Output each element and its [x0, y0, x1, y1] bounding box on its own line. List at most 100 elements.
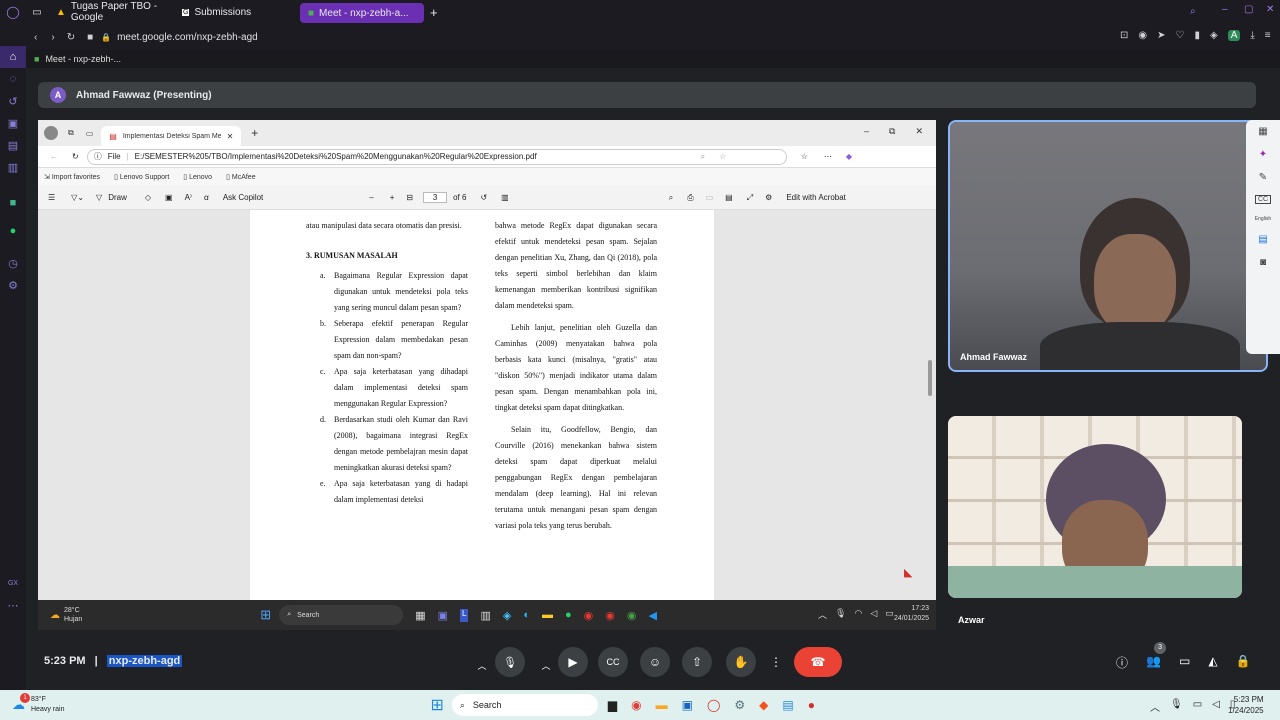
- minimize-icon[interactable]: –: [1222, 4, 1228, 15]
- new-tab-icon[interactable]: +: [430, 5, 438, 20]
- captions-button[interactable]: CC: [598, 647, 628, 677]
- inner-explorer-icon[interactable]: ▬: [542, 609, 553, 622]
- page-view-icon[interactable]: ▥: [501, 193, 509, 202]
- send-icon[interactable]: ➤: [1157, 30, 1165, 41]
- fit-icon[interactable]: ⊟: [406, 193, 413, 202]
- chat-icon[interactable]: ▭: [1179, 654, 1190, 671]
- zoom-in-icon[interactable]: +: [390, 193, 395, 202]
- inner-l-icon[interactable]: L: [460, 608, 469, 622]
- inner-chrome-icon[interactable]: ◉: [584, 609, 594, 622]
- edge-close-icon[interactable]: ✕: [915, 126, 923, 137]
- text-icon[interactable]: ▣: [165, 193, 173, 202]
- inner-store-icon[interactable]: ▥: [480, 609, 490, 622]
- pdf-scrollbar[interactable]: [928, 360, 932, 396]
- mic-tray-icon[interactable]: 🎙: [1170, 699, 1183, 714]
- edge-reload-icon[interactable]: ↻: [72, 152, 79, 161]
- edge-restore-icon[interactable]: ⧉: [889, 126, 895, 137]
- copilot-icon[interactable]: ◆: [846, 152, 852, 161]
- print-icon[interactable]: ⎙: [687, 193, 693, 203]
- save-icon[interactable]: ▭: [706, 193, 714, 202]
- inner-clock-date[interactable]: 24/01/2025: [894, 615, 929, 622]
- explorer-icon[interactable]: ▬: [656, 698, 668, 712]
- video-tile-ahmad[interactable]: Ahmad Fawwaz: [948, 120, 1268, 372]
- language-label[interactable]: English: [1255, 216, 1271, 222]
- inner-whatsapp-icon[interactable]: ●: [565, 609, 572, 622]
- camera-button[interactable]: ▶: [558, 647, 588, 677]
- toc-icon[interactable]: ☰: [48, 193, 55, 202]
- camera-indicator-icon[interactable]: ■: [87, 32, 93, 43]
- inner-chrome3-icon[interactable]: ◉: [627, 609, 637, 622]
- inner-wifi-icon[interactable]: ◠: [854, 608, 862, 621]
- taskbar-search-box[interactable]: ⌕ Search: [451, 694, 598, 716]
- volume-icon[interactable]: ◁: [1212, 699, 1220, 714]
- opera-icon[interactable]: ◯: [707, 698, 720, 712]
- inner-taskview-icon[interactable]: ▦: [415, 609, 425, 622]
- meeting-info-icon[interactable]: ⓘ: [1116, 654, 1128, 671]
- wallet-icon[interactable]: ▮: [1194, 30, 1200, 41]
- inner-vscode-icon[interactable]: ◀: [648, 609, 656, 622]
- sidebar-chat-icon[interactable]: ▤: [0, 134, 26, 156]
- bookmark-meet[interactable]: Meet - nxp-zebh-...: [45, 54, 121, 64]
- chevron-up-icon[interactable]: ︿: [1150, 699, 1160, 714]
- edge-new-tab-icon[interactable]: +: [251, 126, 258, 140]
- end-call-button[interactable]: ☎: [794, 647, 842, 677]
- people-icon[interactable]: 👥 3: [1146, 642, 1167, 671]
- fullscreen-icon[interactable]: ⤢: [747, 193, 753, 203]
- search-tabs-icon[interactable]: ⌕: [1190, 6, 1196, 17]
- chrome-icon[interactable]: ◉: [631, 698, 641, 712]
- rotate-icon[interactable]: ↺: [480, 193, 487, 202]
- opera-logo-icon[interactable]: ◯: [0, 5, 26, 19]
- edge-tab-pdf[interactable]: ▤ Implementasi Deteksi Spam Men ✕: [101, 126, 242, 146]
- menu-icon[interactable]: ≡: [1265, 30, 1271, 41]
- sidebar-whatsapp-icon[interactable]: ●: [0, 220, 26, 242]
- tab-submissions[interactable]: G Submissions: [174, 2, 300, 22]
- sidebar-gx-icon[interactable]: GX: [0, 572, 26, 594]
- mic-button[interactable]: 🎙: [495, 647, 525, 677]
- effects-icon[interactable]: ✦: [1259, 149, 1267, 160]
- taskview-icon[interactable]: ▆: [608, 698, 617, 712]
- translate-icon[interactable]: ꭤ: [204, 192, 209, 203]
- draw-icon[interactable]: ▽: [96, 193, 102, 202]
- inner-chrome2-icon[interactable]: ◉: [605, 609, 615, 622]
- inner-chevron-up-icon[interactable]: ︿: [818, 608, 827, 621]
- cc-label[interactable]: CC: [1254, 195, 1272, 204]
- workspaces-icon[interactable]: ▭: [26, 7, 48, 18]
- clock-time[interactable]: 5:23 PM: [1234, 695, 1264, 704]
- apps-grid-icon[interactable]: ▦: [1258, 126, 1267, 137]
- sidebar-history-icon[interactable]: ↺: [0, 90, 26, 112]
- sidebar-clock-icon[interactable]: ◷: [0, 252, 26, 274]
- screenshot-icon[interactable]: ◙: [1260, 257, 1266, 268]
- inner-search-box[interactable]: ⌕ Search: [279, 605, 404, 625]
- edit-acrobat-button[interactable]: Edit with Acrobat: [786, 193, 846, 202]
- sidebar-settings-icon[interactable]: ⚙: [0, 274, 26, 296]
- save-as-icon[interactable]: ▤: [725, 193, 733, 202]
- store-icon[interactable]: ▣: [682, 698, 693, 712]
- maximize-icon[interactable]: ▢: [1244, 4, 1253, 15]
- edge-minimize-icon[interactable]: –: [864, 126, 869, 137]
- forward-icon[interactable]: ›: [51, 32, 54, 43]
- notes-icon[interactable]: ▤: [1258, 234, 1267, 245]
- fav-import[interactable]: ⇲ Import favorites: [44, 173, 100, 181]
- draw-button[interactable]: Draw: [108, 193, 127, 202]
- pen-icon[interactable]: ✎: [1259, 172, 1267, 183]
- start-icon[interactable]: ⊞: [430, 695, 443, 715]
- brave-icon[interactable]: ◆: [759, 698, 768, 712]
- edge-more-icon[interactable]: ⋯: [824, 152, 832, 161]
- extensions-icon[interactable]: ◈: [1210, 30, 1218, 41]
- ask-copilot-button[interactable]: Ask Copilot: [223, 193, 263, 202]
- weather-icon[interactable]: ☁ 1: [12, 693, 30, 713]
- back-icon[interactable]: ‹: [34, 32, 37, 43]
- highlight-icon[interactable]: ▽⌄: [71, 193, 84, 202]
- inner-volume-icon[interactable]: ◁: [870, 608, 877, 621]
- raise-hand-button[interactable]: ✋: [726, 647, 756, 677]
- inner-battery-icon[interactable]: ▭: [885, 608, 894, 621]
- close-icon[interactable]: ✕: [1266, 4, 1274, 15]
- audio-options-button[interactable]: ︿: [468, 651, 496, 679]
- page-number-input[interactable]: 3: [423, 192, 448, 203]
- eraser-icon[interactable]: ◇: [145, 193, 151, 202]
- pdf-viewer[interactable]: atau manipulasi data secara otomatis dan…: [38, 210, 936, 600]
- edge-profile-icon[interactable]: [44, 126, 58, 140]
- fav-lenovo-support[interactable]: ▯ Lenovo Support: [114, 173, 169, 181]
- tab-meet[interactable]: ■ Meet - nxp-zebh-a...: [300, 3, 424, 23]
- settings-icon[interactable]: ⚙: [734, 698, 745, 712]
